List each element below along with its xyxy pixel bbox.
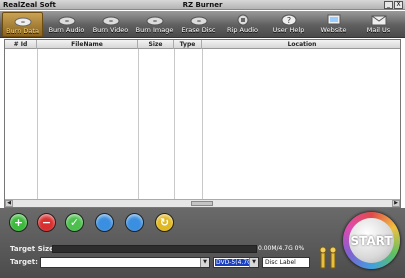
website-button[interactable]: Website <box>313 12 354 37</box>
tools-icon <box>319 246 337 269</box>
col-type-header[interactable]: Type <box>174 40 202 49</box>
disc-label-input[interactable]: Disc Label <box>262 257 310 268</box>
burn-data-button[interactable]: Burn Data <box>2 12 43 37</box>
move-up-button[interactable] <box>95 213 114 232</box>
col-id-header[interactable]: # Id <box>5 40 37 49</box>
add-files-button[interactable]: + <box>9 213 28 232</box>
title-bar: RealZeal Soft RZ Burner _ X <box>0 0 405 10</box>
start-button-face: START <box>349 218 394 263</box>
scroll-left-button[interactable]: ◀ <box>5 200 13 207</box>
target-drive-select[interactable]: ▼ <box>40 257 210 268</box>
column-divider <box>138 49 139 199</box>
column-divider <box>174 49 175 199</box>
burn-audio-label: Burn Audio <box>48 26 85 34</box>
confirm-button[interactable]: ✓ <box>65 213 84 232</box>
burn-image-button[interactable]: Burn Image <box>134 12 175 37</box>
size-percent: 0% <box>294 245 305 252</box>
refresh-button[interactable]: ↻ <box>155 213 174 232</box>
disc-type-select[interactable]: DVD-5(4.7G) ▼ <box>213 257 259 268</box>
col-location-header[interactable]: Location <box>202 40 400 49</box>
burn-audio-button[interactable]: Burn Audio <box>46 12 87 37</box>
rip-audio-icon <box>237 14 248 26</box>
mail-us-label: Mail Us <box>366 26 391 34</box>
window-title: RZ Burner <box>182 1 223 9</box>
column-divider <box>202 49 203 199</box>
remove-files-button[interactable]: − <box>37 213 56 232</box>
help-icon: ? <box>281 14 296 26</box>
mail-icon <box>371 15 386 26</box>
svg-text:?: ? <box>286 16 290 25</box>
target-size-value: 0.00M/4.7G 0% <box>258 245 304 252</box>
mail-us-button[interactable]: Mail Us <box>358 12 399 37</box>
disc-erase-icon <box>190 16 207 26</box>
scroll-thumb[interactable] <box>191 201 213 206</box>
target-size-bar <box>52 245 257 253</box>
column-divider <box>37 49 38 199</box>
user-help-button[interactable]: ? User Help <box>268 12 309 37</box>
user-help-label: User Help <box>272 26 305 34</box>
close-button[interactable]: X <box>394 1 403 9</box>
move-down-button[interactable] <box>125 213 144 232</box>
col-filename-header[interactable]: FileName <box>37 40 138 49</box>
burn-image-label: Burn Image <box>135 26 174 34</box>
toolbar: Burn Data Burn Audio Burn Video Burn Ima… <box>0 11 405 38</box>
start-burn-button[interactable]: START <box>343 212 400 269</box>
size-used: 0.00M/4.7G <box>258 245 293 252</box>
erase-disc-label: Erase Disc <box>181 26 216 34</box>
rip-audio-button[interactable]: Rip Audio <box>222 12 263 37</box>
disc-image-icon <box>146 16 163 26</box>
disc-video-icon <box>102 16 119 26</box>
rip-audio-label: Rip Audio <box>227 26 258 34</box>
table-header: # Id FileName Size Type Location <box>5 40 400 49</box>
minimize-button[interactable]: _ <box>384 1 393 9</box>
burn-video-label: Burn Video <box>92 26 129 34</box>
chevron-down-icon[interactable]: ▼ <box>249 258 258 267</box>
target-label: Target: <box>10 258 38 266</box>
start-label: START <box>350 234 393 248</box>
scroll-right-button[interactable]: ▶ <box>392 200 400 207</box>
disc-data-icon <box>14 17 31 27</box>
burn-video-button[interactable]: Burn Video <box>90 12 131 37</box>
horizontal-scrollbar[interactable]: ◀ ▶ <box>5 199 400 207</box>
website-icon <box>327 14 340 25</box>
chevron-down-icon[interactable]: ▼ <box>200 258 209 267</box>
file-table[interactable]: # Id FileName Size Type Location ◀ ▶ <box>4 39 401 208</box>
burn-data-label: Burn Data <box>6 27 39 35</box>
disc-audio-icon <box>58 16 75 26</box>
col-size-header[interactable]: Size <box>138 40 174 49</box>
erase-disc-button[interactable]: Erase Disc <box>178 12 219 37</box>
website-label: Website <box>320 26 347 34</box>
target-size-label: Target Size: <box>10 245 57 253</box>
